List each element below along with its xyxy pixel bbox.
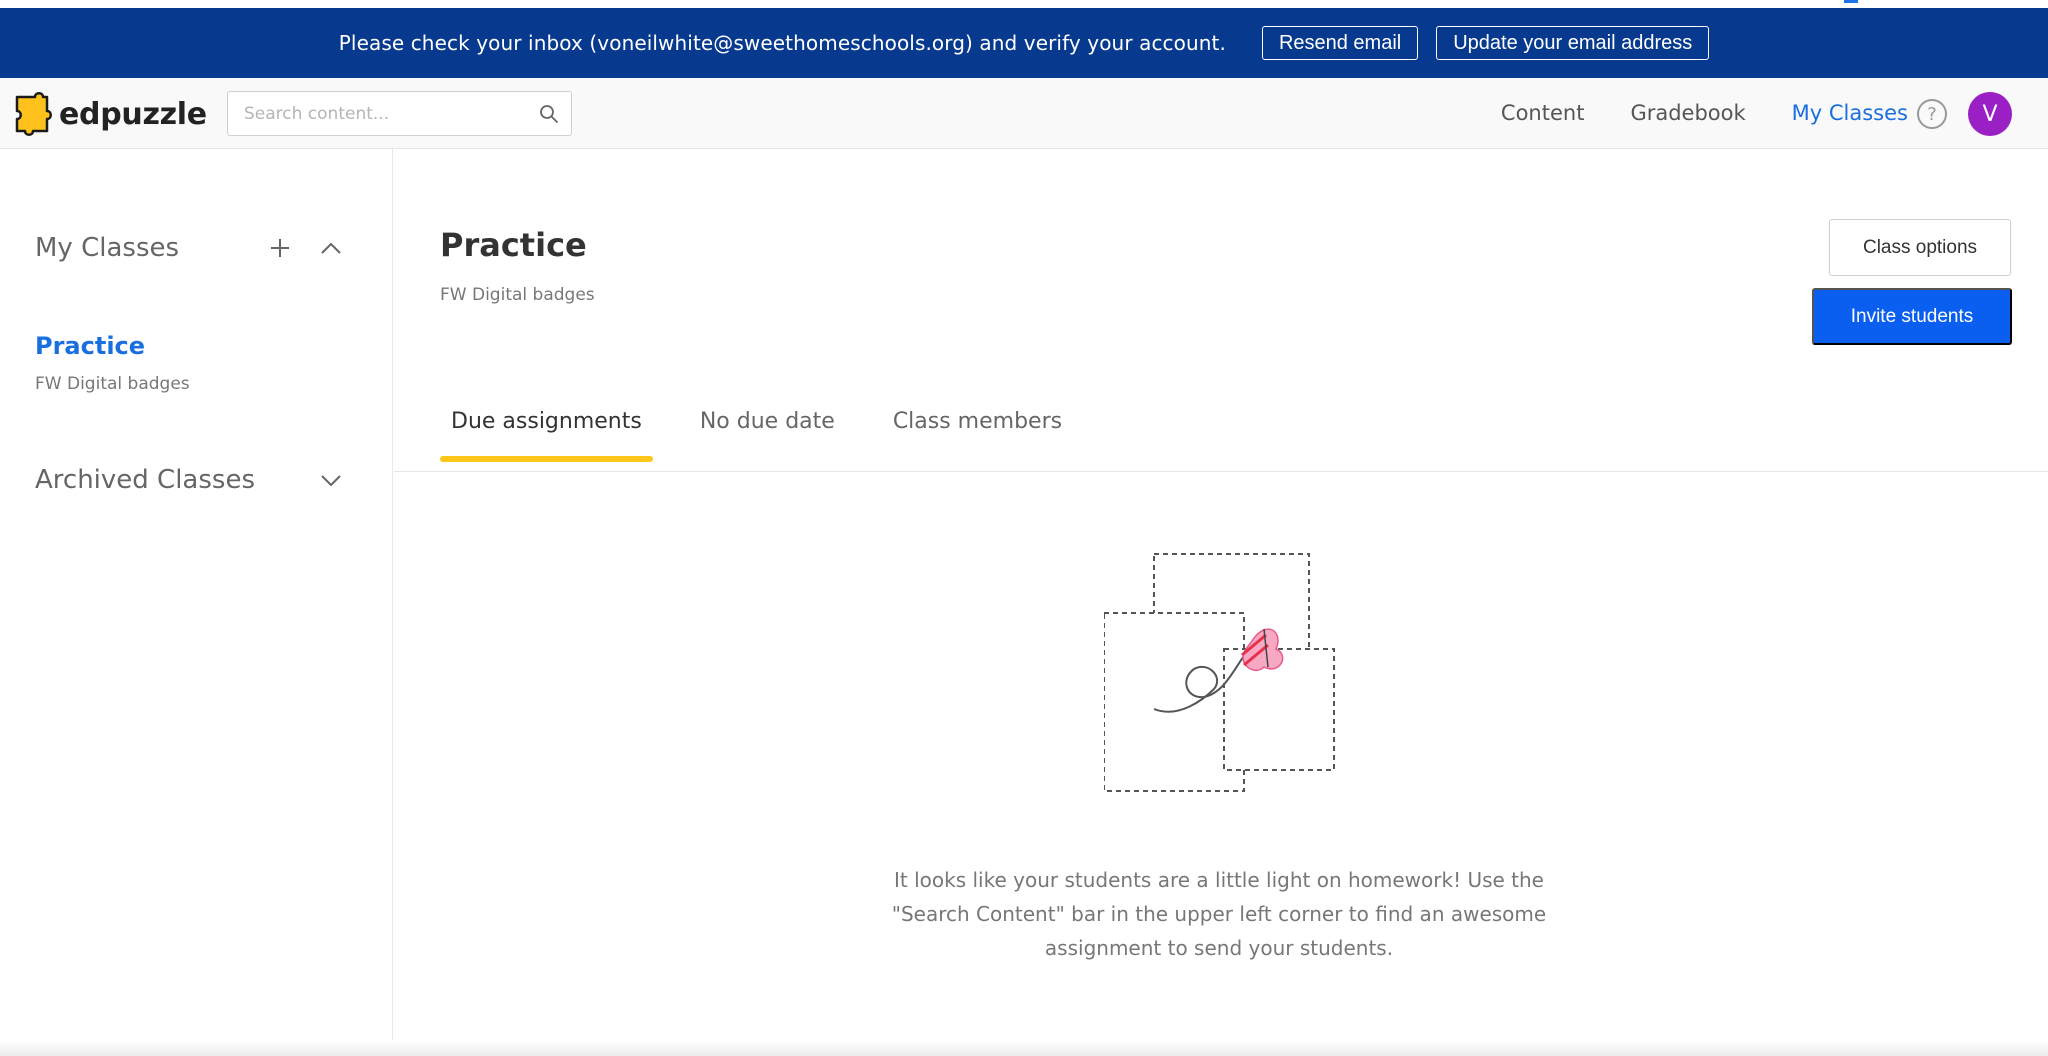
- verify-email-banner: Please check your inbox (voneilwhite@swe…: [0, 8, 2048, 78]
- search-input[interactable]: [244, 92, 534, 135]
- avatar[interactable]: V: [1968, 92, 2012, 136]
- help-icon[interactable]: ?: [1917, 99, 1947, 129]
- collapse-chevron-up-icon[interactable]: [318, 237, 344, 259]
- update-email-button[interactable]: Update your email address: [1436, 26, 1710, 60]
- banner-message: Please check your inbox (voneilwhite@swe…: [338, 31, 1226, 55]
- logo-text: edpuzzle: [59, 96, 207, 132]
- search-box[interactable]: [227, 91, 572, 136]
- sidebar: My Classes Practice FW Digital badges Ar…: [0, 149, 393, 1056]
- top-header: edpuzzle Content Gradebook My Classes ? …: [0, 78, 2048, 149]
- class-main-panel: Practice FW Digital badges Class options…: [394, 149, 2048, 1056]
- top-strip: [0, 0, 2048, 8]
- add-class-plus-icon[interactable]: [266, 234, 294, 262]
- tab-class-members[interactable]: Class members: [882, 409, 1073, 462]
- class-options-button[interactable]: Class options: [1829, 219, 2011, 276]
- tab-due-assignments[interactable]: Due assignments: [440, 409, 653, 462]
- nav-my-classes[interactable]: My Classes: [1792, 101, 1908, 125]
- tab-no-due-date[interactable]: No due date: [689, 409, 846, 462]
- edpuzzle-logo-icon: [15, 92, 52, 136]
- nav-gradebook[interactable]: Gradebook: [1630, 101, 1745, 125]
- top-strip-mark: [1844, 0, 1858, 3]
- invite-students-button[interactable]: Invite students: [1812, 288, 2012, 345]
- sidebar-class-name: Practice: [35, 332, 146, 360]
- my-classes-heading: My Classes: [35, 233, 180, 263]
- page-subtitle: FW Digital badges: [440, 285, 595, 305]
- expand-chevron-down-icon[interactable]: [318, 469, 344, 491]
- main-nav: Content Gradebook My Classes: [1501, 78, 1908, 148]
- bottom-shadow: [0, 1040, 2048, 1056]
- resend-email-button[interactable]: Resend email: [1261, 26, 1419, 60]
- page-title: Practice: [440, 226, 587, 264]
- class-tabs: Due assignments No due date Class member…: [440, 409, 1109, 462]
- sidebar-class-subtitle: FW Digital badges: [35, 374, 190, 394]
- sidebar-class-practice[interactable]: Practice FW Digital badges: [35, 332, 190, 394]
- tabs-divider: [394, 471, 2048, 472]
- empty-state-illustration: [1104, 553, 1335, 792]
- empty-state-message: It looks like your students are a little…: [891, 868, 1547, 960]
- archived-classes-heading[interactable]: Archived Classes: [35, 465, 255, 495]
- nav-content[interactable]: Content: [1501, 101, 1585, 125]
- logo[interactable]: edpuzzle: [11, 91, 207, 137]
- search-icon[interactable]: [539, 104, 559, 124]
